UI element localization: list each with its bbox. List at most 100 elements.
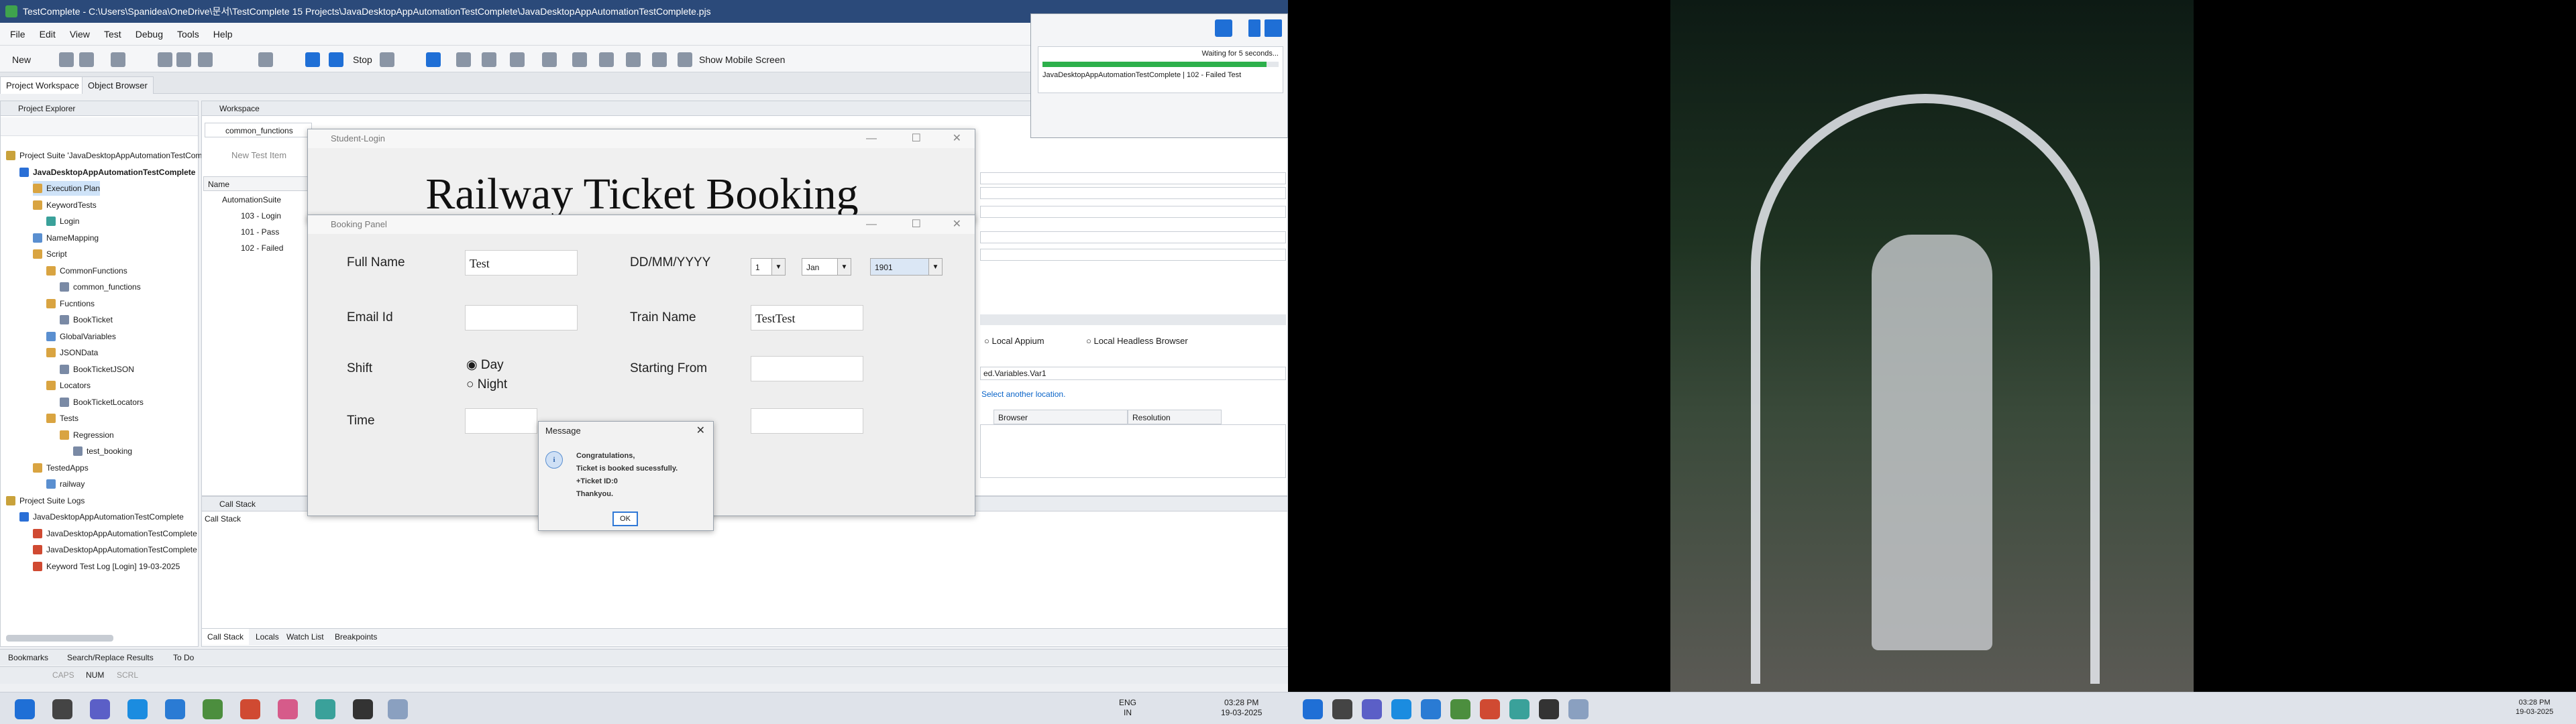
menu-file[interactable]: File <box>4 23 32 46</box>
stop-icon[interactable] <box>329 52 343 67</box>
variables-dropdown[interactable]: ed.Variables.Var1 <box>980 367 1286 380</box>
full-name-input[interactable]: Test <box>465 250 578 276</box>
tree-item[interactable]: common_functions <box>60 280 141 294</box>
tree-item[interactable]: TestedApps <box>33 461 89 475</box>
close-icon[interactable]: ✕ <box>953 215 961 234</box>
tree-item[interactable]: BookTicket <box>60 312 113 327</box>
calculator-icon[interactable] <box>542 52 557 67</box>
new-button[interactable]: New <box>12 52 31 67</box>
tree-item[interactable]: JavaDesktopAppAutomationTestComplete <box>19 509 184 524</box>
clock[interactable]: 03:28 PM 19-03-2025 <box>1221 698 1262 718</box>
tree-item[interactable]: Project Suite 'JavaDesktopAppAutomationT… <box>6 148 221 163</box>
edge-icon[interactable] <box>165 699 185 719</box>
tools-icon[interactable] <box>652 52 667 67</box>
testcomplete-taskbar-icon[interactable] <box>315 699 335 719</box>
minimize-icon[interactable]: — <box>866 129 877 148</box>
copy-icon[interactable] <box>176 52 191 67</box>
stop-icon[interactable] <box>1265 19 1282 37</box>
object-spy-icon[interactable] <box>572 52 587 67</box>
menu-view[interactable]: View <box>64 23 96 46</box>
java-app-icon[interactable] <box>388 699 408 719</box>
menu-debug[interactable]: Debug <box>129 23 169 46</box>
train-name-input[interactable]: TestTest <box>751 305 863 330</box>
tab-watch-list[interactable]: Watch List <box>281 629 329 645</box>
tree-item[interactable]: JavaDesktopAppAutomationTestComplete <box>33 542 197 557</box>
settings-field[interactable] <box>980 172 1286 184</box>
chrome-profile-icon[interactable] <box>278 699 298 719</box>
tree-item[interactable]: CommonFunctions <box>46 263 127 278</box>
testcomplete-taskbar-icon[interactable] <box>1509 699 1529 719</box>
show-mobile-screen-button[interactable]: Show Mobile Screen <box>699 52 785 67</box>
search-icon[interactable] <box>1332 699 1352 719</box>
tab-to-do[interactable]: To Do <box>168 650 199 666</box>
menu-test[interactable]: Test <box>98 23 127 46</box>
test-row[interactable]: 102 - Failed <box>226 241 283 255</box>
settings-field[interactable] <box>980 187 1286 199</box>
tab-search-replace[interactable]: Search/Replace Results <box>62 650 159 666</box>
open-icon[interactable] <box>59 52 74 67</box>
maximize-icon[interactable]: ☐ <box>912 129 921 148</box>
teams-icon[interactable] <box>1362 699 1382 719</box>
tree-horizontal-scrollbar[interactable] <box>6 635 113 642</box>
tree-item[interactable]: JavaDesktopAppAutomationTestComplete <box>33 526 197 541</box>
tree-item[interactable]: Execution Plan <box>33 181 101 196</box>
day-select[interactable]: 1 ▼ <box>751 258 786 276</box>
tree-item[interactable]: GlobalVariables <box>46 329 116 344</box>
test-row[interactable]: 103 - Login <box>226 208 281 223</box>
language-indicator[interactable]: ENG IN <box>1119 698 1136 718</box>
tree-item[interactable]: BookTicketJSON <box>60 362 134 377</box>
terminal-icon[interactable] <box>1539 699 1559 719</box>
tree-item[interactable]: Login <box>46 214 79 229</box>
runner-icon[interactable] <box>1215 19 1232 37</box>
skype-icon[interactable] <box>127 699 148 719</box>
mobile-screen-icon[interactable] <box>678 52 692 67</box>
chrome-icon[interactable] <box>203 699 223 719</box>
month-select[interactable]: Jan ▼ <box>802 258 851 276</box>
tree-item[interactable]: Regression <box>60 428 114 442</box>
close-icon[interactable]: ✕ <box>953 129 961 148</box>
tree-item[interactable]: Keyword Test Log [Login] 19-03-2025 <box>33 559 180 574</box>
pause-icon[interactable] <box>426 52 441 67</box>
chrome-profile-icon[interactable] <box>240 699 260 719</box>
edge-icon[interactable] <box>1421 699 1441 719</box>
save-icon[interactable] <box>79 52 94 67</box>
step-into-icon[interactable] <box>456 52 471 67</box>
tree-item[interactable]: JSONData <box>46 345 98 360</box>
tree-item[interactable]: Script <box>33 247 67 261</box>
tree-item[interactable]: JavaDesktopAppAutomationTestComplete <box>19 165 195 180</box>
tree-item[interactable]: railway <box>46 477 85 491</box>
chrome-icon[interactable] <box>1450 699 1470 719</box>
local-headless-option[interactable]: ○ Local Headless Browser <box>1086 335 1188 348</box>
tree-item[interactable]: NameMapping <box>33 231 99 245</box>
menu-help[interactable]: Help <box>207 23 239 46</box>
select-location-link[interactable]: Select another location. <box>981 389 1065 399</box>
destination-input[interactable] <box>751 408 863 434</box>
tab-breakpoints[interactable]: Breakpoints <box>329 629 382 645</box>
tab-project-workspace[interactable]: Project Workspace <box>0 76 85 94</box>
teams-icon[interactable] <box>90 699 110 719</box>
time-input[interactable] <box>465 408 537 434</box>
tree-item[interactable]: Tests <box>46 411 78 426</box>
shift-night-radio[interactable]: ○ Night <box>466 377 507 392</box>
tree-item[interactable]: Fucntions <box>46 296 95 311</box>
terminal-icon[interactable] <box>353 699 373 719</box>
paste-icon[interactable] <box>198 52 213 67</box>
tree-item[interactable]: BookTicketLocators <box>60 395 144 410</box>
chrome-profile-icon[interactable] <box>1480 699 1500 719</box>
windows-start-icon[interactable] <box>1303 699 1323 719</box>
shift-day-radio[interactable]: ◉ Day <box>466 357 504 373</box>
suite-row[interactable]: AutomationSuite <box>207 192 281 207</box>
tree-item[interactable]: test_booking <box>73 444 132 459</box>
tab-locals[interactable]: Locals <box>250 629 284 645</box>
local-appium-option[interactable]: ○ Local Appium <box>984 335 1044 348</box>
debug-icon[interactable] <box>380 52 394 67</box>
search-icon[interactable] <box>52 699 72 719</box>
close-icon[interactable]: ✕ <box>696 422 705 440</box>
starting-from-input[interactable] <box>751 356 863 381</box>
tree-item[interactable]: Locators <box>46 378 91 393</box>
record-icon[interactable] <box>158 52 172 67</box>
pause-icon[interactable] <box>1248 19 1260 37</box>
tab-object-browser[interactable]: Object Browser <box>82 76 154 94</box>
menu-tools[interactable]: Tools <box>171 23 205 46</box>
test-row[interactable]: 101 - Pass <box>226 225 279 239</box>
